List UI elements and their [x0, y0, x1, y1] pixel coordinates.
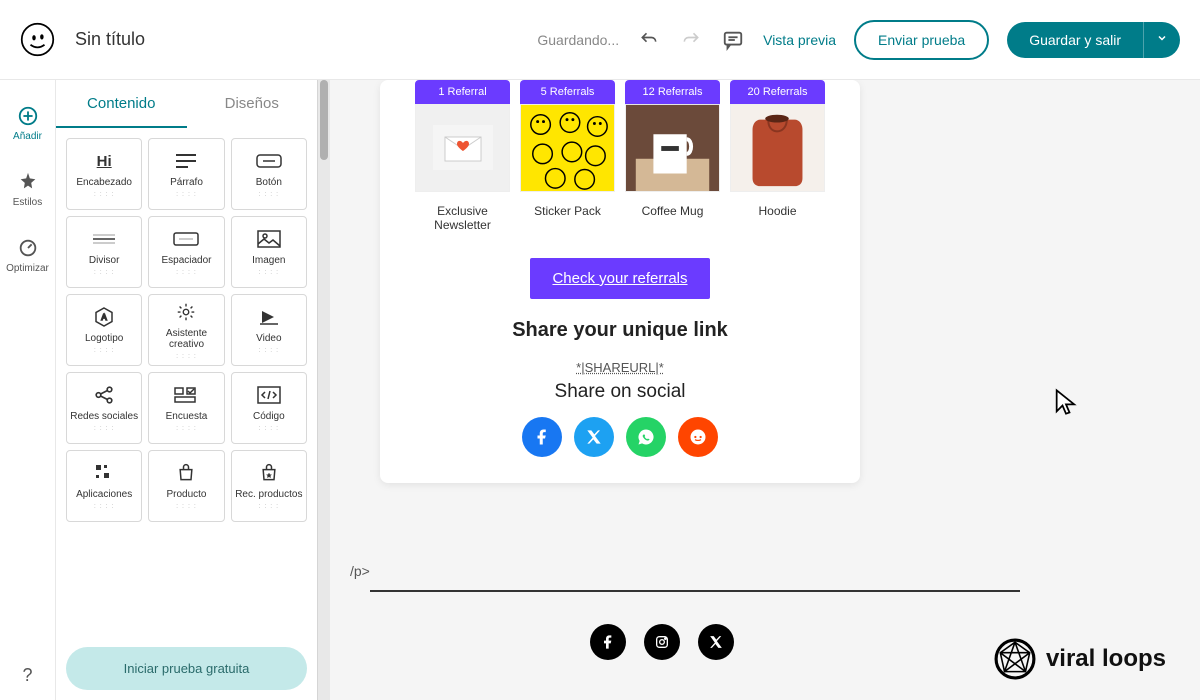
block-divider[interactable]: Divisor: : : : [66, 216, 142, 288]
scrollbar[interactable] [318, 80, 330, 700]
reward-tier-1: 5 ReferralsSticker Pack [520, 80, 615, 232]
email-body[interactable]: 1 ReferralExclusive Newsletter5 Referral… [380, 80, 860, 483]
svg-text:A: A [101, 313, 107, 322]
x-twitter-icon[interactable] [574, 417, 614, 457]
footer-facebook-icon[interactable] [590, 624, 626, 660]
page-title[interactable]: Sin título [75, 29, 537, 50]
whatsapp-icon[interactable] [626, 417, 666, 457]
block-logo[interactable]: ALogotipo: : : : [66, 294, 142, 366]
preview-link[interactable]: Vista previa [763, 32, 836, 48]
help-button[interactable]: ? [0, 650, 56, 700]
block-product-rec[interactable]: Rec. productos: : : : [231, 450, 307, 522]
redo-icon [679, 28, 703, 52]
block-apps[interactable]: Aplicaciones: : : : [66, 450, 142, 522]
block-product[interactable]: Producto: : : : [148, 450, 224, 522]
footer-instagram-icon[interactable] [644, 624, 680, 660]
block-image[interactable]: Imagen: : : : [231, 216, 307, 288]
undo-icon[interactable] [637, 28, 661, 52]
share-heading: Share your unique link [400, 319, 840, 342]
comments-icon[interactable] [721, 28, 745, 52]
stray-text: /p> [350, 563, 370, 579]
tab-content[interactable]: Contenido [56, 80, 187, 128]
share-url-token: *|SHAREURL|* [400, 360, 840, 375]
footer-x-icon[interactable] [698, 624, 734, 660]
mailchimp-logo [20, 22, 55, 57]
reward-tier-0: 1 ReferralExclusive Newsletter [415, 80, 510, 232]
rail-styles[interactable]: Estilos [0, 158, 56, 220]
block-heading[interactable]: HiEncabezado: : : : [66, 138, 142, 210]
scroll-thumb[interactable] [320, 80, 328, 160]
watermark-text: viral loops [1046, 645, 1166, 673]
left-rail: Añadir Estilos Optimizar ? [0, 80, 56, 700]
tab-layouts[interactable]: Diseños [187, 80, 318, 128]
facebook-icon[interactable] [522, 417, 562, 457]
saving-indicator: Guardando... [537, 32, 619, 48]
rail-optimize-label: Optimizar [6, 263, 49, 274]
watermark: viral loops [994, 638, 1166, 680]
rail-styles-label: Estilos [13, 197, 42, 208]
reward-tier-3: 20 ReferralsHoodie [730, 80, 825, 232]
check-referrals-button[interactable]: Check your referrals [530, 258, 709, 299]
start-trial-button[interactable]: Iniciar prueba gratuita [66, 647, 307, 690]
block-spacer[interactable]: Espaciador: : : : [148, 216, 224, 288]
rail-add-label: Añadir [13, 131, 42, 142]
reddit-icon[interactable] [678, 417, 718, 457]
block-assistant[interactable]: Asistente creativo: : : : [148, 294, 224, 366]
share-subheading: Share on social [400, 381, 840, 403]
content-panel: Contenido Diseños HiEncabezado: : : :Pár… [56, 80, 318, 700]
send-test-button[interactable]: Enviar prueba [854, 20, 989, 60]
email-canvas[interactable]: 1 ReferralExclusive Newsletter5 Referral… [330, 80, 1200, 700]
divider-line [370, 590, 1020, 592]
block-paragraph[interactable]: Párrafo: : : : [148, 138, 224, 210]
save-exit-button[interactable]: Guardar y salir [1007, 22, 1143, 58]
rail-optimize[interactable]: Optimizar [0, 224, 56, 286]
block-social[interactable]: Redes sociales: : : : [66, 372, 142, 444]
reward-tier-2: 12 ReferralsCoffee Mug [625, 80, 720, 232]
block-video[interactable]: Video: : : : [231, 294, 307, 366]
cursor-icon [1052, 388, 1080, 416]
block-code[interactable]: Código: : : : [231, 372, 307, 444]
block-button[interactable]: Botón: : : : [231, 138, 307, 210]
save-exit-dropdown[interactable] [1143, 22, 1180, 58]
rail-add[interactable]: Añadir [0, 92, 56, 154]
block-survey[interactable]: Encuesta: : : : [148, 372, 224, 444]
